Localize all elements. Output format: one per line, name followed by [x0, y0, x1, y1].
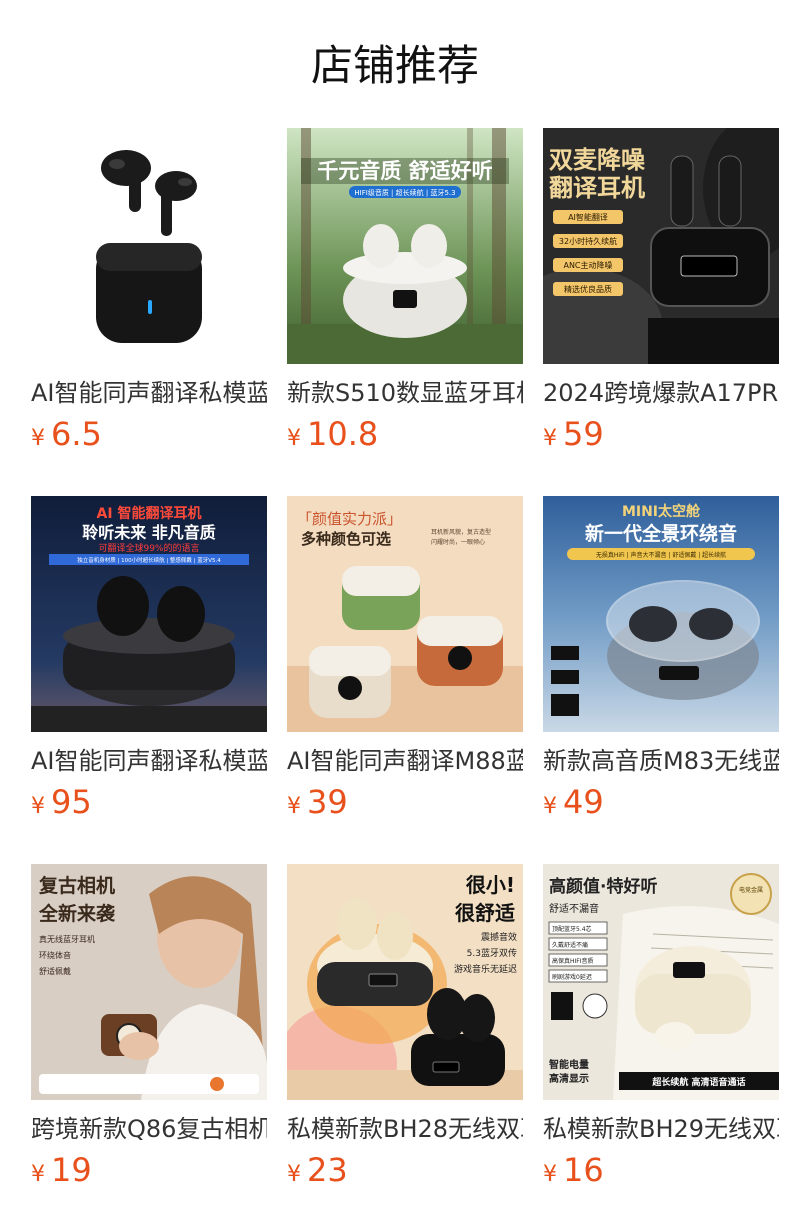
overlay-feature: 顶配蓝牙5.4芯	[552, 925, 592, 933]
price-value: 16	[563, 1151, 604, 1189]
product-name[interactable]: AI智能同声翻译M88蓝牙耳机	[287, 744, 523, 778]
overlay-note: 闪耀时尚，一眼倾心	[431, 538, 485, 546]
product-price: ¥39	[287, 782, 523, 822]
overlay-feature: 震撼音效	[481, 931, 517, 943]
overlay-headline-2: 翻译耳机	[549, 174, 645, 202]
overlay-feature: 智能电量	[549, 1058, 589, 1071]
overlay-feature: ANC主动降噪	[563, 260, 612, 270]
overlay-feature: 舒适佩戴	[39, 966, 71, 976]
product-name[interactable]: 新款高音质M83无线蓝牙耳机	[543, 744, 779, 778]
price-value: 95	[51, 783, 92, 821]
product-image-transparent-case[interactable]: MINI太空舱 新一代全景环绕音 无损真HiFi | 声音大不漏音 | 舒适佩戴…	[543, 496, 779, 732]
product-card[interactable]: AI 智能翻译耳机 聆听未来 非凡音质 可翻译全球99%的的语言 独立音机身材质…	[31, 496, 267, 822]
currency-symbol: ¥	[543, 426, 557, 451]
product-name[interactable]: 私模新款BH28无线双耳蓝牙耳机	[287, 1112, 523, 1146]
price-value: 49	[563, 783, 604, 821]
product-price: ¥19	[31, 1150, 267, 1190]
product-card[interactable]: 电竞金属 高颜值·特好听 舒适不漏音 顶配蓝牙5.4芯 久戴舒适不痛 高保真HI…	[543, 864, 779, 1190]
product-image-retro-camera-model[interactable]: 复古相机 全新来袭 真无线蓝牙耳机 环绕体音 舒适佩戴	[31, 864, 267, 1100]
product-card[interactable]: MINI太空舱 新一代全景环绕音 无损真HiFi | 声音大不漏音 | 舒适佩戴…	[543, 496, 779, 822]
overlay-feature: 久戴舒适不痛	[552, 941, 588, 949]
overlay-feature: 游戏音乐无延迟	[454, 963, 517, 975]
overlay-feature: 32小时持久续航	[559, 236, 617, 246]
product-card[interactable]: 双麦降噪 翻译耳机 AI智能翻译 32小时持久续航 ANC主动降噪 精选优良品质…	[543, 128, 779, 454]
overlay-headline: 双麦降噪	[549, 146, 646, 174]
currency-symbol: ¥	[287, 1162, 301, 1187]
product-card[interactable]: 很小! 很舒适 震撼音效 5.3蓝牙双传 游戏音乐无延迟 私模新款BH28无线双…	[287, 864, 523, 1190]
product-price: ¥23	[287, 1150, 523, 1190]
currency-symbol: ¥	[31, 1162, 45, 1187]
price-value: 39	[307, 783, 348, 821]
currency-symbol: ¥	[287, 794, 301, 819]
product-image-cream-black-earbuds[interactable]: 很小! 很舒适 震撼音效 5.3蓝牙双传 游戏音乐无延迟	[287, 864, 523, 1100]
product-card[interactable]: AI智能同声翻译私模蓝牙耳机 ¥6.5	[31, 128, 267, 454]
product-price: ¥6.5	[31, 414, 267, 454]
currency-symbol: ¥	[31, 794, 45, 819]
product-image-colorful-cases[interactable]: 「颜值实力派」 多种颜色可选 耳机新风貌，复古造型 闪耀时尚，一眼倾心	[287, 496, 523, 732]
overlay-feature: 刷剧游戏0延迟	[552, 973, 592, 981]
overlay-feature: 高清显示	[549, 1072, 589, 1085]
overlay-features: 独立音机身材质 | 100小时超长续航 | 整感佩戴 | 蓝牙V5.4	[77, 556, 221, 564]
price-value: 59	[563, 415, 604, 453]
overlay-subline: HIFI级音质 | 超长续航 | 蓝牙5.3	[354, 188, 455, 197]
price-value: 23	[307, 1151, 348, 1189]
product-card[interactable]: 复古相机 全新来袭 真无线蓝牙耳机 环绕体音 舒适佩戴 跨境新款Q86复古相机蓝…	[31, 864, 267, 1190]
overlay-subline: 可翻译全球99%的的语言	[98, 542, 199, 554]
product-price: ¥59	[543, 414, 779, 454]
overlay-feature: 环绕体音	[39, 950, 71, 960]
overlay-feature: 真无线蓝牙耳机	[39, 934, 95, 944]
product-image-black-earbuds-night[interactable]: AI 智能翻译耳机 聆听未来 非凡音质 可翻译全球99%的的语言 独立音机身材质…	[31, 496, 267, 732]
overlay-feature: 精选优良品质	[564, 284, 612, 294]
product-image-black-earbuds[interactable]	[31, 128, 267, 364]
currency-symbol: ¥	[287, 426, 301, 451]
price-value: 19	[51, 1151, 92, 1189]
product-price: ¥95	[31, 782, 267, 822]
overlay-badge: 电竞金属	[739, 886, 763, 894]
product-image-black-earbuds-display[interactable]: 双麦降噪 翻译耳机 AI智能翻译 32小时持久续航 ANC主动降噪 精选优良品质	[543, 128, 779, 364]
product-name[interactable]: 2024跨境爆款A17PRO	[543, 376, 779, 410]
page-title: 店铺推荐	[310, 41, 479, 90]
overlay-headline: 多种颜色可选	[301, 530, 391, 548]
product-name[interactable]: 跨境新款Q86复古相机蓝牙耳机	[31, 1112, 267, 1146]
overlay-feature: 高保真HIFI音质	[552, 957, 594, 965]
overlay-banner: 超长续航 高清语音通话	[651, 1076, 745, 1088]
product-price: ¥16	[543, 1150, 779, 1190]
overlay-headline: 新一代全景环绕音	[585, 522, 737, 545]
overlay-headline: 高颜值·特好听	[549, 876, 657, 897]
overlay-headline: 很小!	[466, 873, 515, 897]
product-price: ¥10.8	[287, 414, 523, 454]
overlay-feature: AI智能翻译	[568, 212, 608, 222]
overlay-headline-2: 全新来袭	[38, 902, 116, 925]
product-name[interactable]: 私模新款BH29无线双耳蓝牙耳机	[543, 1112, 779, 1146]
overlay-headline: 聆听未来 非凡音质	[82, 523, 216, 542]
overlay-subline: 舒适不漏音	[549, 902, 599, 915]
overlay-tag: 「颜值实力派」	[297, 510, 402, 528]
product-name[interactable]: AI智能同声翻译私模蓝牙耳机	[31, 744, 267, 778]
product-name[interactable]: 新款S510数显蓝牙耳机	[287, 376, 523, 410]
overlay-tag: AI 智能翻译耳机	[97, 505, 202, 522]
overlay-feature: 5.3蓝牙双传	[467, 947, 517, 959]
product-card[interactable]: 「颜值实力派」 多种颜色可选 耳机新风貌，复古造型 闪耀时尚，一眼倾心 AI智能…	[287, 496, 523, 822]
product-image-cream-earbuds-book[interactable]: 电竞金属 高颜值·特好听 舒适不漏音 顶配蓝牙5.4芯 久戴舒适不痛 高保真HI…	[543, 864, 779, 1100]
overlay-headline: 复古相机	[38, 874, 115, 897]
product-image-white-earbuds-forest[interactable]: 千元音质 舒适好听 HIFI级音质 | 超长续航 | 蓝牙5.3	[287, 128, 523, 364]
product-card[interactable]: 千元音质 舒适好听 HIFI级音质 | 超长续航 | 蓝牙5.3 新款S510数…	[287, 128, 523, 454]
overlay-headline: 千元音质 舒适好听	[317, 159, 492, 183]
price-value: 6.5	[51, 415, 102, 453]
overlay-tag: MINI太空舱	[622, 503, 701, 520]
currency-symbol: ¥	[31, 426, 45, 451]
product-name[interactable]: AI智能同声翻译私模蓝牙耳机	[31, 376, 267, 410]
overlay-headline-2: 很舒适	[455, 901, 515, 925]
product-price: ¥49	[543, 782, 779, 822]
overlay-note: 耳机新风貌，复古造型	[431, 528, 491, 536]
currency-symbol: ¥	[543, 1162, 557, 1187]
price-value: 10.8	[307, 415, 379, 453]
currency-symbol: ¥	[543, 794, 557, 819]
overlay-subline: 无损真HiFi | 声音大不漏音 | 舒适佩戴 | 超长续航	[596, 551, 726, 559]
